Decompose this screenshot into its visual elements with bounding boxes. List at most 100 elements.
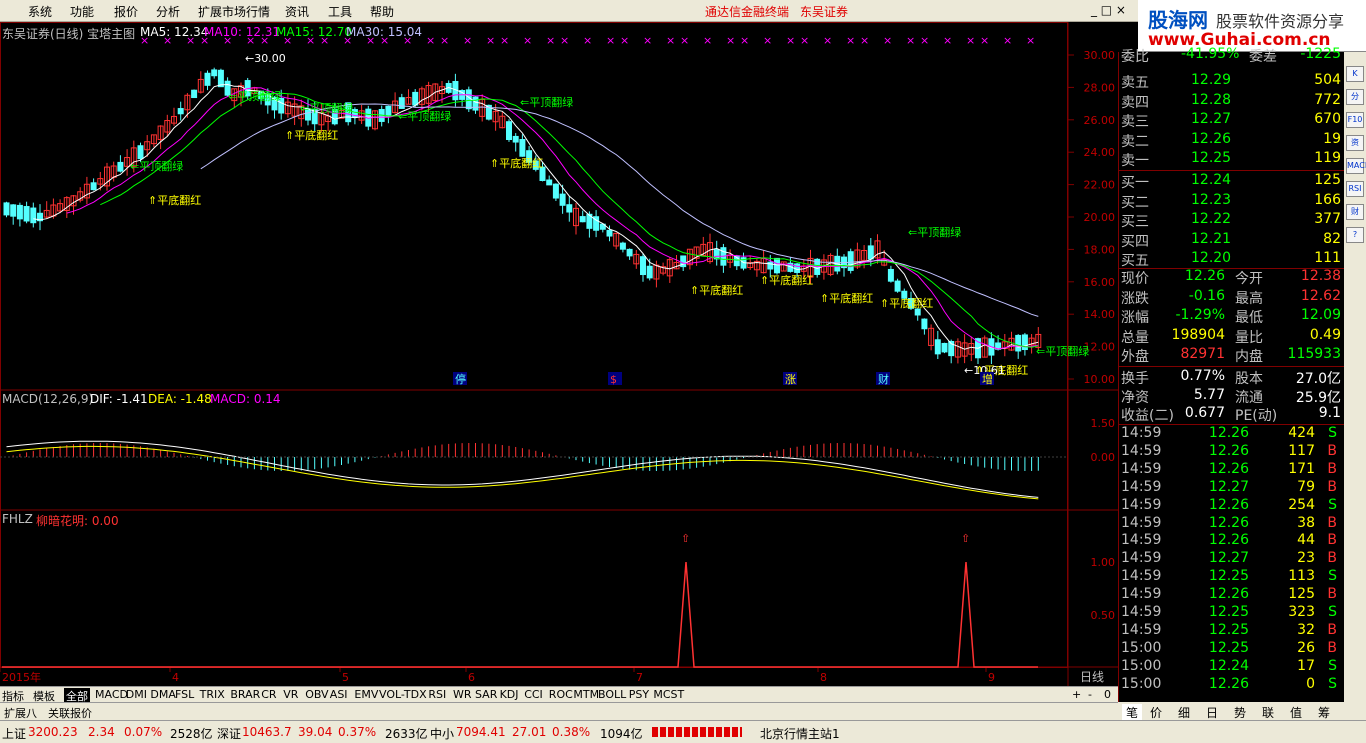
toolbar-icon[interactable]: 财: [1346, 204, 1364, 220]
quote-cell: 现价: [1121, 271, 1149, 287]
tick-side: S: [1328, 496, 1337, 513]
toolbar-icon[interactable]: MACD: [1346, 158, 1366, 174]
window-controls[interactable]: _ □ ×: [1091, 3, 1126, 17]
quote-tab-0[interactable]: 笔: [1122, 704, 1143, 721]
tab-roc[interactable]: ROC: [549, 688, 573, 702]
tick-volume: 125: [1288, 586, 1315, 603]
toolbar-icon[interactable]: F10: [1346, 112, 1364, 128]
menu-news[interactable]: 资讯: [285, 3, 309, 20]
tick-price: 12.25: [1208, 639, 1249, 656]
buy-volume: 166: [1314, 191, 1341, 208]
logo-subtitle: 股票软件资源分享: [1216, 12, 1345, 31]
tick-row: 15:00 12.25 26 B: [1119, 640, 1345, 658]
sell-label: 卖四: [1121, 94, 1149, 111]
tick-row: 14:59 12.26 117 B: [1119, 443, 1345, 461]
quote-tab-6[interactable]: 值: [1290, 704, 1302, 721]
tick-row: 14:59 12.26 424 S: [1119, 425, 1345, 443]
tab-emv[interactable]: EMV: [354, 688, 378, 702]
tick-price: 12.26: [1208, 460, 1249, 477]
sell-row: 卖二 12.26 19: [1119, 131, 1345, 150]
bottom-red-signal: ⇑平底翻红: [148, 193, 201, 207]
tab-rsi[interactable]: RSI: [428, 688, 446, 702]
menu-extended-market[interactable]: 扩展市场行情: [198, 3, 270, 20]
tab-psy[interactable]: PSY: [629, 688, 649, 702]
bottom-red-signal: ⇑平底翻红: [690, 283, 743, 297]
menu-help[interactable]: 帮助: [370, 3, 394, 20]
tab-fsl[interactable]: FSL: [175, 688, 194, 702]
tab-指标[interactable]: 指标: [2, 688, 24, 703]
tab-模板[interactable]: 模板: [33, 688, 55, 703]
tab-sar[interactable]: SAR: [475, 688, 497, 702]
tab-control-0[interactable]: +: [1072, 688, 1081, 702]
tab-extended8[interactable]: 扩展八: [4, 705, 37, 720]
toolbar-icon[interactable]: 资: [1346, 135, 1364, 151]
quote-cell: 流通: [1235, 389, 1263, 406]
quote-tab-7[interactable]: 筹: [1318, 704, 1330, 721]
signal-x-mark: ×: [680, 34, 689, 47]
toolbar-icon[interactable]: K: [1346, 66, 1364, 82]
tab-control-2[interactable]: 0: [1104, 688, 1111, 702]
tab-cci[interactable]: CCI: [524, 688, 543, 702]
tab-macd[interactable]: MACD: [95, 688, 128, 702]
tab-vr[interactable]: VR: [283, 688, 298, 702]
candle-body: [512, 135, 519, 143]
tab-mcst[interactable]: MCST: [653, 688, 684, 702]
quote-cell: -41.95%: [1181, 46, 1240, 62]
ma10-label: MA10: 12.31: [204, 25, 281, 39]
toolbar-icon[interactable]: 分: [1346, 89, 1364, 105]
signal-x-mark: ×: [943, 34, 952, 47]
tab-vol-tdx[interactable]: VOL-TDX: [379, 688, 427, 702]
tick-row: 14:59 12.25 32 B: [1119, 622, 1345, 640]
tab-control-1[interactable]: -: [1088, 688, 1092, 702]
sz-amount: 2633亿: [385, 727, 428, 741]
candle-body: [619, 242, 626, 250]
tab-dma[interactable]: DMA: [150, 688, 176, 702]
tab-trix[interactable]: TRIX: [200, 688, 225, 702]
signal-x-mark: ×: [800, 34, 809, 47]
menu-function[interactable]: 功能: [70, 3, 94, 20]
buy-price: 12.24: [1191, 172, 1232, 188]
tab-brar[interactable]: BRAR: [230, 688, 260, 702]
quote-tab-4[interactable]: 势: [1234, 704, 1246, 721]
signal-x-mark: ×: [703, 34, 712, 47]
tab-cr[interactable]: CR: [261, 688, 276, 702]
chart-canvas[interactable]: 30.00 28.00 26.00 24.00 22.00 20.00 18.00 16.00…: [0, 22, 1118, 686]
tab-kdj[interactable]: KDJ: [500, 688, 519, 702]
tab-asi[interactable]: ASI: [330, 688, 348, 702]
tab-全部[interactable]: 全部: [64, 688, 90, 703]
tab-obv[interactable]: OBV: [305, 688, 328, 702]
tab-mtm[interactable]: MTM: [573, 688, 599, 702]
tab-related-quote[interactable]: 关联报价: [48, 705, 92, 720]
quote-tab-2[interactable]: 细: [1178, 704, 1190, 721]
tick-time: 14:59: [1121, 496, 1162, 513]
tick-row: 14:59 12.26 44 B: [1119, 532, 1345, 550]
quote-cell: 最高: [1235, 290, 1263, 307]
tick-row: 15:00 12.24 17 S: [1119, 658, 1345, 676]
sell-price: 12.25: [1191, 150, 1232, 166]
toolbar-icon[interactable]: RSI: [1346, 181, 1364, 197]
top-green-signal: ⇐平顶翻绿: [908, 225, 961, 239]
fhlz-axis-label: 1.00: [1091, 556, 1116, 569]
toolbar-icon[interactable]: ?: [1346, 227, 1364, 243]
tick-volume: 0: [1306, 675, 1315, 692]
bottom-red-signal: ⇑平底翻红: [760, 273, 813, 287]
kline-chart-area[interactable]: 30.00 28.00 26.00 24.00 22.00 20.00 18.00 16.00…: [0, 22, 1118, 686]
tab-boll[interactable]: BOLL: [598, 688, 626, 702]
server-name[interactable]: 北京行情主站1: [760, 725, 840, 742]
top-green-signal: ⇐平顶翻绿: [1036, 344, 1089, 358]
quote-tab-5[interactable]: 联: [1262, 704, 1274, 721]
quote-tab-3[interactable]: 日: [1206, 704, 1218, 721]
menu-system[interactable]: 系统: [28, 3, 52, 20]
tick-row: 14:59 12.27 23 B: [1119, 550, 1345, 568]
fhlz-up-arrow: ⇧: [961, 532, 970, 545]
candle-body: [774, 257, 780, 274]
tab-wr[interactable]: WR: [453, 688, 472, 702]
quote-tab-1[interactable]: 价: [1150, 704, 1162, 721]
menu-quote[interactable]: 报价: [114, 3, 138, 20]
period-label[interactable]: 日线: [1080, 668, 1104, 685]
menu-analysis[interactable]: 分析: [156, 3, 180, 20]
sell-row: 卖一 12.25 119: [1119, 150, 1345, 169]
menu-tools[interactable]: 工具: [328, 3, 352, 20]
signal-x-mark: ×: [846, 34, 855, 47]
tab-dmi[interactable]: DMI: [126, 688, 147, 702]
